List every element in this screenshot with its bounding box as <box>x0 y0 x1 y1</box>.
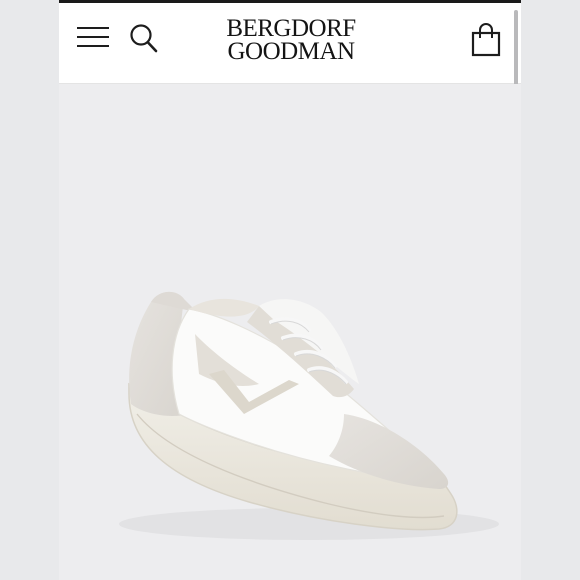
shopping-bag-button[interactable] <box>469 21 503 59</box>
search-button[interactable] <box>129 22 161 56</box>
search-icon <box>130 24 158 53</box>
left-backdrop <box>0 0 59 580</box>
logo-line-1: BERGDORF <box>226 15 356 42</box>
right-backdrop <box>521 0 580 580</box>
menu-button[interactable] <box>77 23 111 53</box>
phone-screen: BERGDORF GOODMAN <box>59 0 521 580</box>
logo-line-2: GOODMAN <box>227 38 355 65</box>
hamburger-menu-icon-middle <box>77 36 109 38</box>
brand-logo[interactable]: BERGDORF GOODMAN <box>221 15 361 71</box>
shopping-bag-icon <box>471 23 501 57</box>
hamburger-menu-icon <box>77 27 109 29</box>
hamburger-menu-icon-bottom <box>77 45 109 47</box>
sneaker-image <box>119 291 499 540</box>
product-image[interactable] <box>59 84 521 580</box>
site-header: BERGDORF GOODMAN <box>59 3 521 84</box>
